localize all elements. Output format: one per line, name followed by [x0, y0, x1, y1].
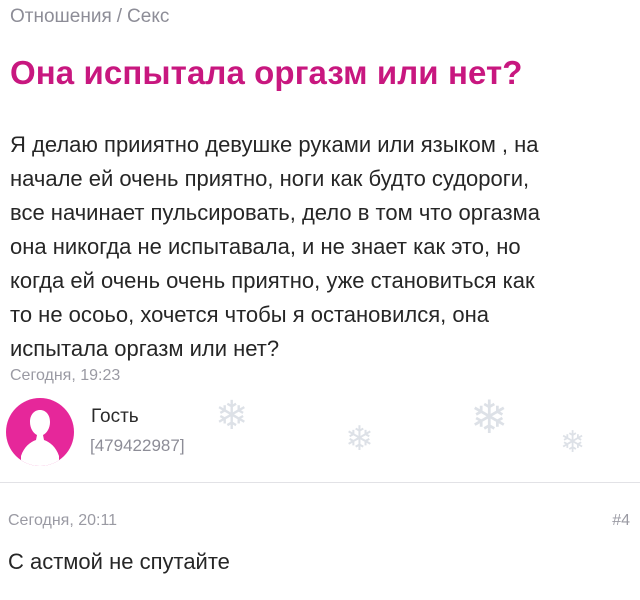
question-body-line: когда ей очень очень приятно, уже станов…: [10, 268, 535, 293]
breadcrumb-separator: /: [116, 6, 123, 27]
author-card: ❄ ❄ ❄ ❄ Гость [479422987]: [0, 392, 640, 480]
author-name[interactable]: Гость: [91, 406, 139, 428]
question-body-line: она никогда не испытавала, и не знает ка…: [10, 234, 521, 259]
divider: [0, 482, 640, 483]
snowflake-icon: ❄: [560, 426, 586, 459]
breadcrumb-link-section[interactable]: Отношения: [10, 6, 112, 27]
answer-number[interactable]: #4: [612, 512, 630, 530]
snowflake-icon: ❄: [345, 420, 374, 458]
question-body-line: все начинает пульсировать, дело в том чт…: [10, 200, 540, 225]
snowflake-icon: ❄: [215, 394, 249, 438]
snowflake-icon: ❄: [470, 392, 509, 443]
question-body-line: Я делаю прииятно девушке руками или язык…: [10, 132, 539, 157]
breadcrumb: Отношения / Секс: [10, 6, 169, 28]
answer-text: С астмой не спутайте: [8, 549, 230, 574]
question-body-line: испытала оргазм или нет?: [10, 336, 280, 361]
answer-timestamp: Сегодня, 20:11: [8, 512, 118, 529]
avatar[interactable]: [6, 398, 74, 466]
question-body-line: начале ей очень приятно, ноги как будто …: [10, 166, 530, 191]
question-body: Я делаю прииятно девушке руками или язык…: [10, 128, 636, 366]
question-timestamp: Сегодня, 19:23: [10, 367, 121, 384]
author-id: [479422987]: [90, 436, 185, 455]
breadcrumb-link-category[interactable]: Секс: [127, 6, 169, 27]
user-silhouette-icon: [21, 410, 59, 466]
question-body-line: то не осоьо, хочется чтобы я остановился…: [10, 302, 489, 327]
question-title: Она испытала оргазм или нет?: [10, 54, 523, 91]
